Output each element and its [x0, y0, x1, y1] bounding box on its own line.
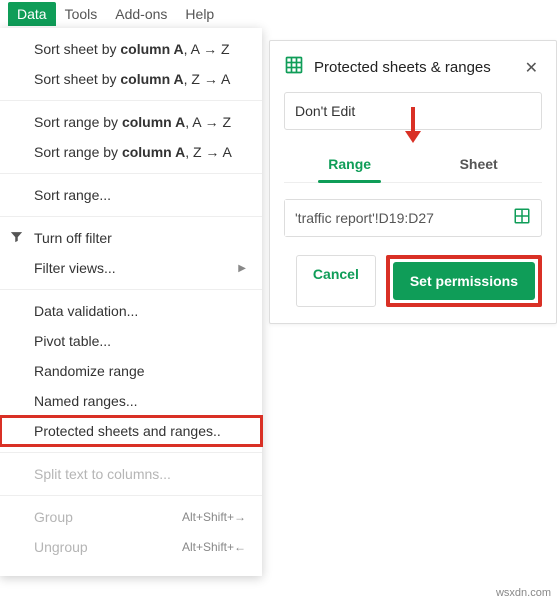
randomize-range[interactable]: Randomize range	[0, 356, 262, 386]
sort-sheet-az[interactable]: Sort sheet by column A, A → Z	[0, 34, 262, 64]
pivot-table[interactable]: Pivot table...	[0, 326, 262, 356]
range-input[interactable]	[285, 200, 503, 236]
set-permissions-button[interactable]: Set permissions	[393, 262, 535, 300]
separator	[0, 173, 262, 174]
sort-range-az[interactable]: Sort range by column A, A → Z	[0, 107, 262, 137]
group: Group Alt+Shift+→	[0, 502, 262, 532]
range-box	[284, 199, 542, 237]
chevron-right-icon: ▶	[238, 263, 246, 274]
shortcut-text: Alt+Shift+←	[182, 540, 246, 554]
filter-icon	[9, 229, 24, 247]
annotation-highlight: Set permissions	[386, 255, 542, 307]
sort-range-za[interactable]: Sort range by column A, Z → A	[0, 137, 262, 167]
panel-header: Protected sheets & ranges ✕	[270, 41, 556, 92]
data-menu-dropdown: Sort sheet by column A, A → Z Sort sheet…	[0, 28, 262, 576]
shortcut-text: Alt+Shift+→	[182, 510, 246, 524]
watermark: wsxdn.com	[496, 587, 551, 599]
tab-sheet[interactable]: Sheet	[456, 146, 502, 182]
separator	[0, 495, 262, 496]
menu-addons[interactable]: Add-ons	[106, 2, 176, 26]
spreadsheet-icon	[284, 55, 304, 80]
split-text-to-columns: Split text to columns...	[0, 459, 262, 489]
named-ranges[interactable]: Named ranges...	[0, 386, 262, 416]
menu-tools[interactable]: Tools	[56, 2, 107, 26]
separator	[0, 100, 262, 101]
separator	[0, 452, 262, 453]
close-icon[interactable]: ✕	[521, 56, 542, 80]
tab-range[interactable]: Range	[324, 146, 375, 182]
filter-views[interactable]: Filter views... ▶	[0, 253, 262, 283]
menu-help[interactable]: Help	[176, 2, 223, 26]
data-validation[interactable]: Data validation...	[0, 296, 262, 326]
select-range-icon[interactable]	[503, 201, 541, 236]
menu-data[interactable]: Data	[8, 2, 56, 26]
protected-sheets-panel: Protected sheets & ranges ✕ Range Sheet …	[269, 40, 557, 324]
ungroup: Ungroup Alt+Shift+←	[0, 532, 262, 562]
menubar: Data Tools Add-ons Help	[0, 0, 557, 28]
separator	[0, 216, 262, 217]
cancel-button[interactable]: Cancel	[296, 255, 376, 307]
separator	[0, 289, 262, 290]
tabs: Range Sheet	[284, 146, 542, 183]
button-row: Cancel Set permissions	[284, 255, 542, 307]
sort-range[interactable]: Sort range...	[0, 180, 262, 210]
turn-off-filter[interactable]: Turn off filter	[0, 223, 262, 253]
protected-sheets-ranges[interactable]: Protected sheets and ranges..	[0, 416, 262, 446]
annotation-arrow-icon	[402, 105, 424, 150]
sort-sheet-za[interactable]: Sort sheet by column A, Z → A	[0, 64, 262, 94]
panel-title: Protected sheets & ranges	[314, 59, 521, 76]
